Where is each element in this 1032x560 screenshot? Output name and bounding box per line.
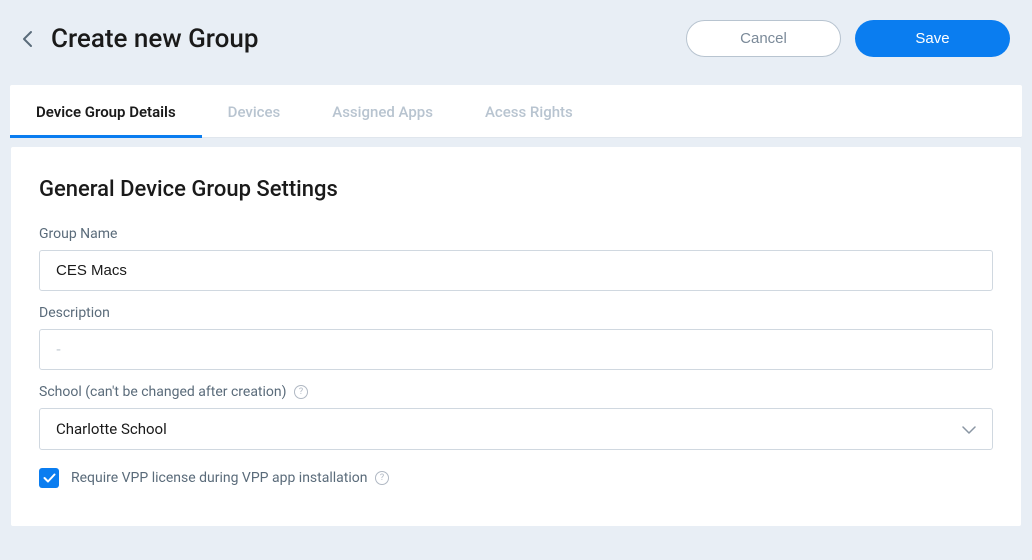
tab-assigned-apps[interactable]: Assigned Apps [306,85,459,137]
school-label-text: School (can't be changed after creation) [39,384,287,400]
school-field-group: School (can't be changed after creation)… [39,384,993,450]
header-actions: Cancel Save [686,20,1010,57]
tab-device-group-details[interactable]: Device Group Details [10,85,202,137]
page-title: Create new Group [51,24,668,54]
section-title: General Device Group Settings [39,177,993,202]
school-select[interactable]: Charlotte School [39,408,993,450]
help-icon[interactable]: ? [294,385,308,399]
school-select-value: Charlotte School [56,420,167,438]
group-name-label: Group Name [39,226,993,242]
cancel-button[interactable]: Cancel [686,20,841,57]
vpp-checkbox[interactable] [39,468,59,488]
school-label: School (can't be changed after creation)… [39,384,993,400]
tab-devices[interactable]: Devices [202,85,307,137]
tab-access-rights[interactable]: Acess Rights [459,85,599,137]
save-button[interactable]: Save [855,20,1010,57]
description-field-group: Description [39,305,993,370]
group-name-field-group: Group Name [39,226,993,291]
back-icon[interactable] [22,30,33,48]
tabs-container: Device Group Details Devices Assigned Ap… [10,85,1022,138]
description-input[interactable] [39,329,993,370]
content-card: General Device Group Settings Group Name… [10,146,1022,527]
chevron-down-icon [962,420,976,438]
description-label: Description [39,305,993,321]
help-icon[interactable]: ? [375,471,389,485]
vpp-checkbox-row: Require VPP license during VPP app insta… [39,468,993,488]
vpp-checkbox-label-text: Require VPP license during VPP app insta… [71,470,367,486]
vpp-checkbox-label: Require VPP license during VPP app insta… [71,470,389,486]
group-name-input[interactable] [39,250,993,291]
